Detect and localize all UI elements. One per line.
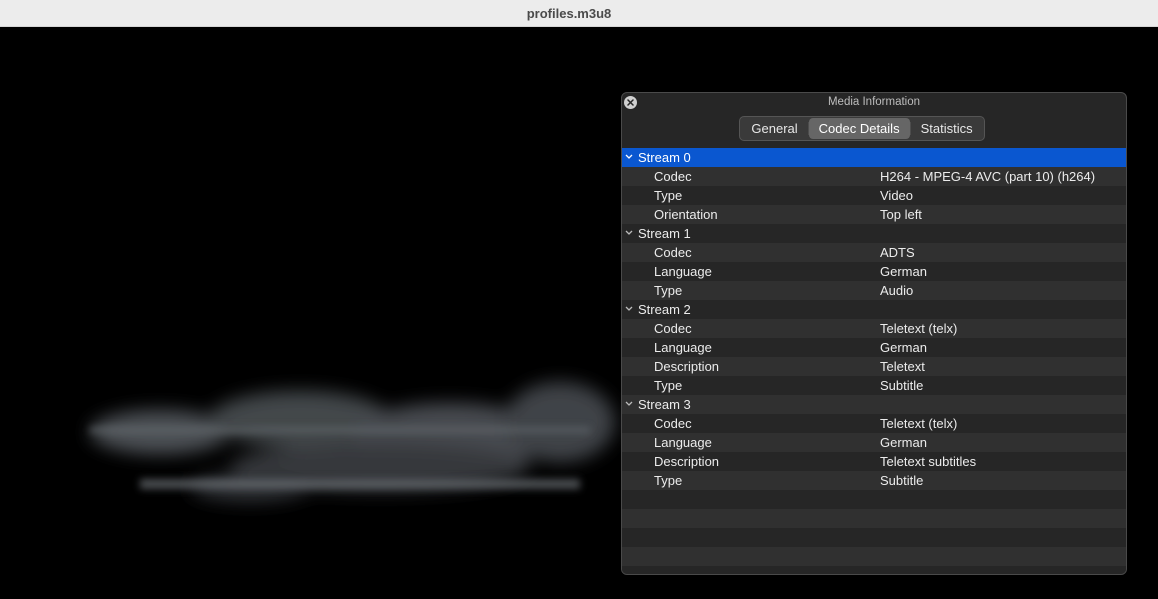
property-value: German (880, 435, 927, 450)
property-row[interactable]: Orientation Top left (622, 205, 1126, 224)
property-row[interactable]: Type Subtitle (622, 471, 1126, 490)
stream-row[interactable]: Stream 3 (622, 395, 1126, 414)
tab-codec-details[interactable]: Codec Details (808, 117, 910, 139)
stream-label: Stream 1 (638, 226, 691, 241)
property-value: Audio (880, 283, 914, 298)
empty-row (622, 490, 1126, 509)
property-value: German (880, 264, 927, 279)
chevron-down-icon[interactable] (624, 227, 634, 239)
property-name: Type (654, 473, 683, 488)
property-row[interactable]: Type Audio (622, 281, 1126, 300)
property-row[interactable]: Language German (622, 433, 1126, 452)
property-value: Subtitle (880, 473, 924, 488)
tab-statistics[interactable]: Statistics (911, 118, 983, 139)
property-row[interactable]: Codec Teletext (telx) (622, 414, 1126, 433)
codec-details-list: Stream 0 Codec H264 - MPEG-4 AVC (part 10)… (622, 148, 1126, 574)
empty-row (622, 547, 1126, 566)
chevron-down-icon[interactable] (624, 151, 634, 163)
empty-row (622, 509, 1126, 528)
media-information-panel: Media Information General Codec Details … (621, 92, 1127, 575)
stream-label: Stream 0 (638, 150, 691, 165)
property-value: Teletext (880, 359, 925, 374)
property-name: Language (654, 340, 712, 355)
property-name: Description (654, 359, 720, 374)
property-name: Codec (654, 321, 692, 336)
close-button[interactable] (624, 96, 637, 109)
property-name: Orientation (654, 207, 718, 222)
property-row[interactable]: Type Subtitle (622, 376, 1126, 395)
property-name: Type (654, 283, 683, 298)
property-value: H264 - MPEG-4 AVC (part 10) (h264) (880, 169, 1096, 184)
property-row[interactable]: Codec Teletext (telx) (622, 319, 1126, 338)
property-row[interactable]: Language German (622, 338, 1126, 357)
property-name: Codec (654, 169, 692, 184)
property-value: Teletext (telx) (880, 321, 958, 336)
tab-bar: General Codec Details Statistics (622, 111, 1126, 145)
property-row[interactable]: Codec H264 - MPEG-4 AVC (part 10) (h264) (622, 167, 1126, 186)
property-name: Description (654, 454, 720, 469)
chevron-down-icon[interactable] (624, 303, 634, 315)
property-row[interactable]: Description Teletext (622, 357, 1126, 376)
stream-label: Stream 2 (638, 302, 691, 317)
property-value: Subtitle (880, 378, 924, 393)
property-value: ADTS (880, 245, 915, 260)
window-title: profiles.m3u8 (526, 5, 612, 21)
chevron-down-icon[interactable] (624, 398, 634, 410)
property-name: Language (654, 435, 712, 450)
property-name: Type (654, 188, 683, 203)
property-name: Language (654, 264, 712, 279)
property-value: Teletext subtitles (880, 454, 977, 469)
tab-general[interactable]: General (741, 118, 807, 139)
stream-row[interactable]: Stream 1 (622, 224, 1126, 243)
close-icon (627, 99, 634, 106)
empty-row (622, 528, 1126, 547)
property-row[interactable]: Type Video (622, 186, 1126, 205)
panel-title: Media Information (827, 96, 921, 108)
property-row[interactable]: Description Teletext subtitles (622, 452, 1126, 471)
property-value: German (880, 340, 927, 355)
stream-label: Stream 3 (638, 397, 691, 412)
property-row[interactable]: Codec ADTS (622, 243, 1126, 262)
property-value: Teletext (telx) (880, 416, 958, 431)
window-titlebar: profiles.m3u8 (0, 0, 1158, 27)
property-value: Top left (880, 207, 922, 222)
stream-row[interactable]: Stream 2 (622, 300, 1126, 319)
property-name: Codec (654, 245, 692, 260)
segmented-control: General Codec Details Statistics (739, 115, 985, 141)
property-name: Codec (654, 416, 692, 431)
panel-header: Media Information (622, 93, 1126, 111)
empty-row (622, 566, 1126, 574)
property-name: Type (654, 378, 683, 393)
property-value: Video (880, 188, 914, 203)
property-row[interactable]: Language German (622, 262, 1126, 281)
stream-row[interactable]: Stream 0 (622, 148, 1126, 167)
